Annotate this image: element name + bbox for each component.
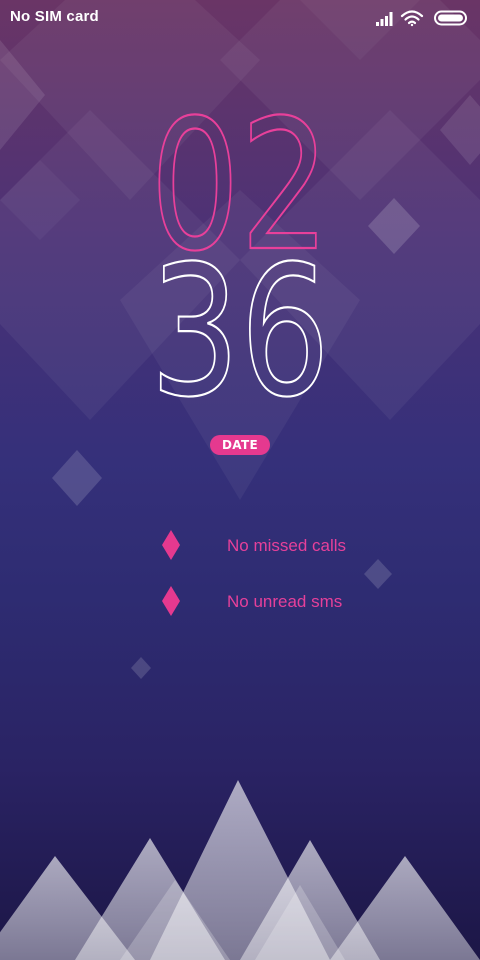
- diamond-icon: [162, 530, 180, 560]
- notification-missed-calls[interactable]: No missed calls: [160, 530, 400, 560]
- status-icons: [376, 10, 467, 27]
- notification-unread-sms[interactable]: No unread sms: [160, 586, 400, 616]
- carrier-label: No SIM card: [10, 8, 99, 25]
- clock-minute: 36: [150, 228, 330, 408]
- bg-diamond-shape: [52, 450, 102, 506]
- unread-sms-text: No unread sms: [227, 592, 343, 611]
- lockscreen-clock: 02 36: [149, 108, 331, 408]
- missed-calls-text: No missed calls: [227, 536, 347, 555]
- status-bar: No SIM card: [0, 0, 480, 34]
- diamond-icon: [162, 586, 180, 616]
- bg-diamond-shape: [364, 559, 392, 589]
- wifi-icon: [400, 10, 424, 27]
- signal-icon: [376, 12, 393, 26]
- battery-icon: [434, 10, 467, 26]
- date-badge[interactable]: DATE: [210, 435, 270, 455]
- mountains: [0, 780, 480, 960]
- bg-diamond-shape: [131, 657, 151, 679]
